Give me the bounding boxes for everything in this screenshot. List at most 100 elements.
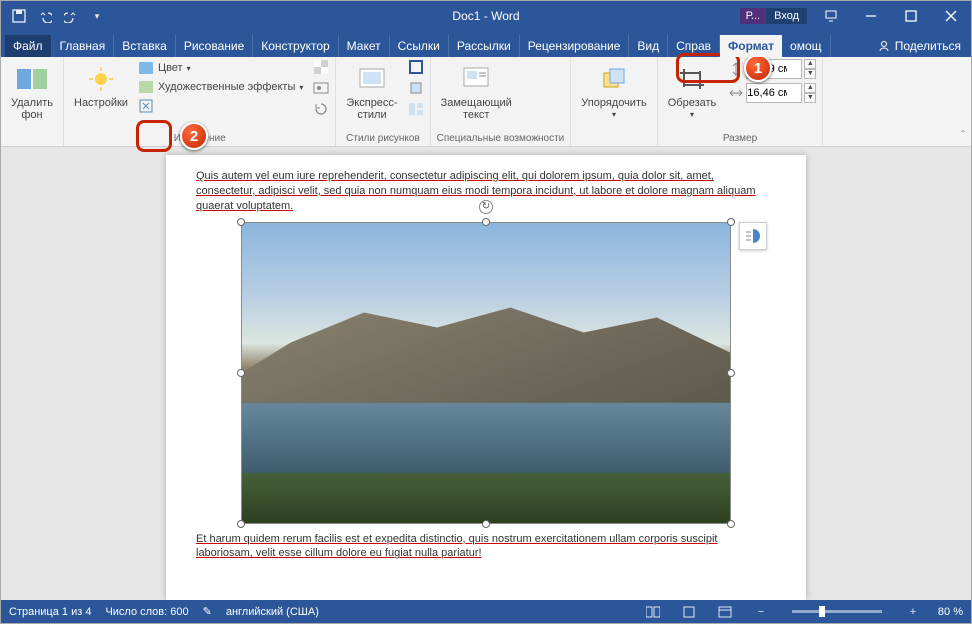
tab-more[interactable]: омощ bbox=[782, 35, 830, 57]
selected-image[interactable] bbox=[241, 222, 731, 524]
share-label: Поделиться bbox=[895, 39, 961, 53]
resize-handle-tc[interactable] bbox=[482, 218, 490, 226]
zoom-slider[interactable] bbox=[792, 610, 882, 613]
signin-button[interactable]: Вход bbox=[766, 8, 807, 24]
tab-help[interactable]: Справ bbox=[668, 35, 720, 57]
group-arrange: Упорядочить▾ bbox=[571, 57, 657, 146]
tab-mailings[interactable]: Рассылки bbox=[449, 35, 520, 57]
document-area[interactable]: Quis autem vel eum iure reprehenderit, c… bbox=[1, 147, 971, 600]
arrange-icon bbox=[598, 63, 630, 95]
save-icon[interactable] bbox=[11, 8, 27, 24]
width-input[interactable]: ▲▼ bbox=[728, 83, 816, 103]
tab-insert[interactable]: Вставка bbox=[114, 35, 176, 57]
layout-options-icon bbox=[744, 227, 762, 245]
status-proofing-icon[interactable]: ✎ bbox=[203, 605, 212, 618]
collapse-ribbon-icon[interactable]: ˆ bbox=[961, 128, 965, 142]
artistic-effects-button[interactable]: Художественные эффекты▾ bbox=[136, 78, 305, 96]
width-field[interactable] bbox=[746, 83, 802, 103]
status-bar: Страница 1 из 4 Число слов: 600 ✎ англий… bbox=[1, 600, 971, 623]
zoom-value[interactable]: 80 % bbox=[938, 606, 963, 618]
artistic-icon bbox=[138, 79, 154, 95]
group-styles-label: Стили рисунков bbox=[342, 133, 423, 146]
width-up[interactable]: ▲ bbox=[804, 83, 816, 93]
tab-review[interactable]: Рецензирование bbox=[520, 35, 630, 57]
status-words[interactable]: Число слов: 600 bbox=[105, 606, 188, 618]
tab-home[interactable]: Главная bbox=[52, 35, 115, 57]
group-access-label: Специальные возможности bbox=[437, 133, 565, 146]
picture-layout-icon[interactable] bbox=[408, 101, 424, 117]
quick-styles-button[interactable]: Экспресс- стили bbox=[342, 59, 401, 121]
width-icon bbox=[728, 85, 744, 101]
qat-dropdown-icon[interactable]: ▾ bbox=[89, 8, 105, 24]
color-icon bbox=[138, 60, 154, 76]
tab-file[interactable]: Файл bbox=[5, 35, 52, 57]
compress-icon[interactable] bbox=[138, 98, 154, 114]
status-language[interactable]: английский (США) bbox=[226, 606, 319, 618]
title-bar: ▾ Doc1 - Word Р... Вход bbox=[1, 1, 971, 31]
resize-handle-tl[interactable] bbox=[237, 218, 245, 226]
status-page[interactable]: Страница 1 из 4 bbox=[9, 606, 91, 618]
brightness-icon bbox=[85, 63, 117, 95]
view-read-icon[interactable] bbox=[642, 603, 664, 621]
change-picture-icon[interactable] bbox=[313, 80, 329, 96]
resize-handle-mr[interactable] bbox=[727, 369, 735, 377]
group-picture-styles: Экспресс- стили Стили рисунков bbox=[336, 57, 430, 146]
share-button[interactable]: Поделиться bbox=[867, 35, 971, 57]
view-web-icon[interactable] bbox=[714, 603, 736, 621]
tab-design[interactable]: Конструктор bbox=[253, 35, 338, 57]
undo-icon[interactable] bbox=[37, 8, 53, 24]
tutorial-marker-2: 2 bbox=[180, 122, 208, 150]
resize-handle-tr[interactable] bbox=[727, 218, 735, 226]
ribbon-tabs: Файл Главная Вставка Рисование Конструкт… bbox=[1, 31, 971, 57]
resize-handle-bc[interactable] bbox=[482, 520, 490, 528]
group-removebg: Удалить фон bbox=[1, 57, 64, 146]
tab-references[interactable]: Ссылки bbox=[390, 35, 449, 57]
remove-bg-icon bbox=[16, 63, 48, 95]
minimize-icon[interactable] bbox=[851, 1, 891, 31]
group-size: Обрезать▾ ▲▼ ▲▼ Размер bbox=[658, 57, 824, 146]
corrections-button[interactable]: Настройки bbox=[70, 59, 132, 109]
share-icon bbox=[877, 39, 891, 53]
redo-icon[interactable] bbox=[63, 8, 79, 24]
transparency-icon[interactable] bbox=[313, 59, 329, 75]
window-title: Doc1 - Word bbox=[452, 9, 519, 23]
selected-image-container[interactable]: ↻ bbox=[241, 222, 731, 524]
arrange-button[interactable]: Упорядочить▾ bbox=[577, 59, 650, 120]
resize-handle-br[interactable] bbox=[727, 520, 735, 528]
reset-picture-icon[interactable] bbox=[313, 101, 329, 117]
width-down[interactable]: ▼ bbox=[804, 93, 816, 103]
compress-reset-row bbox=[136, 97, 305, 115]
ribbon: Удалить фон Настройки Цвет▾ Художественн… bbox=[1, 57, 971, 147]
view-print-icon[interactable] bbox=[678, 603, 700, 621]
resize-handle-ml[interactable] bbox=[237, 369, 245, 377]
resize-handle-bl[interactable] bbox=[237, 520, 245, 528]
crop-icon bbox=[676, 63, 708, 95]
rotate-handle[interactable]: ↻ bbox=[479, 200, 493, 214]
height-down[interactable]: ▼ bbox=[804, 69, 816, 79]
height-icon bbox=[728, 61, 744, 77]
maximize-icon[interactable] bbox=[891, 1, 931, 31]
zoom-in-icon[interactable]: + bbox=[902, 603, 924, 621]
zoom-thumb[interactable] bbox=[819, 606, 825, 617]
tab-draw[interactable]: Рисование bbox=[176, 35, 253, 57]
crop-button[interactable]: Обрезать▾ bbox=[664, 59, 721, 120]
height-up[interactable]: ▲ bbox=[804, 59, 816, 69]
group-size-label: Размер bbox=[664, 133, 817, 146]
paragraph-2[interactable]: Et harum quidem rerum facilis est et exp… bbox=[196, 532, 776, 562]
height-input[interactable]: ▲▼ bbox=[728, 59, 816, 79]
quick-styles-icon bbox=[356, 63, 388, 95]
ribbon-options-icon[interactable] bbox=[811, 1, 851, 31]
tab-view[interactable]: Вид bbox=[629, 35, 668, 57]
alt-text-button[interactable]: Замещающий текст bbox=[437, 59, 516, 121]
alt-text-icon bbox=[460, 63, 492, 95]
color-button[interactable]: Цвет▾ bbox=[136, 59, 305, 77]
remove-background-button[interactable]: Удалить фон bbox=[7, 59, 57, 121]
picture-effects-icon[interactable] bbox=[408, 80, 424, 96]
picture-border-icon[interactable] bbox=[408, 59, 424, 75]
tutorial-marker-1: 1 bbox=[744, 54, 772, 82]
close-icon[interactable] bbox=[931, 1, 971, 31]
tab-format[interactable]: Формат bbox=[720, 35, 782, 57]
zoom-out-icon[interactable]: − bbox=[750, 603, 772, 621]
layout-options-flyout[interactable] bbox=[739, 222, 767, 250]
tab-layout[interactable]: Макет bbox=[339, 35, 390, 57]
